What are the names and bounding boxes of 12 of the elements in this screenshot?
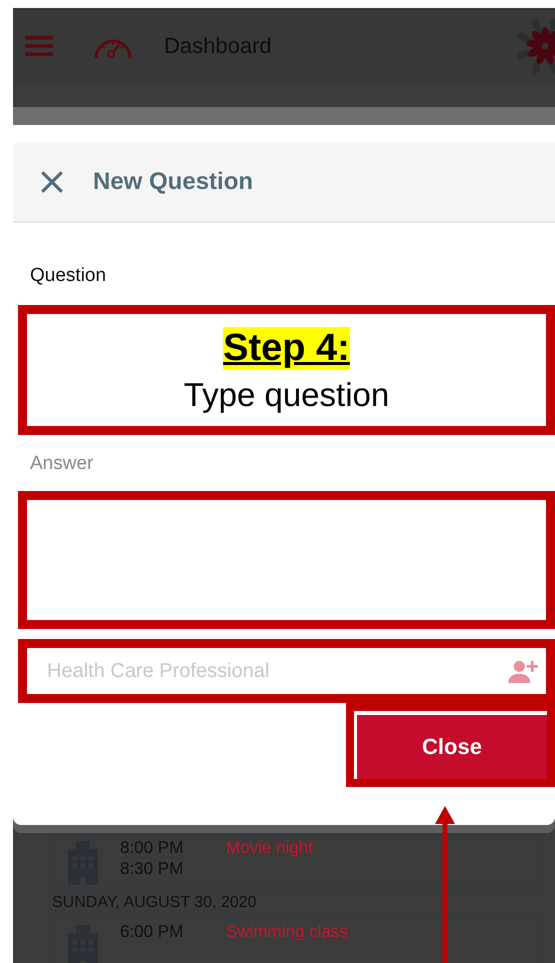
dialog-title: New Question [93,168,254,196]
step-label: Step 4: [223,326,350,370]
question-field[interactable]: Step 4: Type question [27,314,546,426]
event-title: Movie night [226,837,313,858]
person-add-icon[interactable] [508,659,538,683]
instruction-text: Type question [184,376,390,414]
event-title: Swimming class [226,921,348,942]
menu-icon[interactable] [24,34,54,56]
close-icon[interactable] [39,169,65,195]
close-button[interactable]: Close [357,715,547,779]
field-label: Question [30,265,108,287]
field-label: Answer [30,453,94,475]
